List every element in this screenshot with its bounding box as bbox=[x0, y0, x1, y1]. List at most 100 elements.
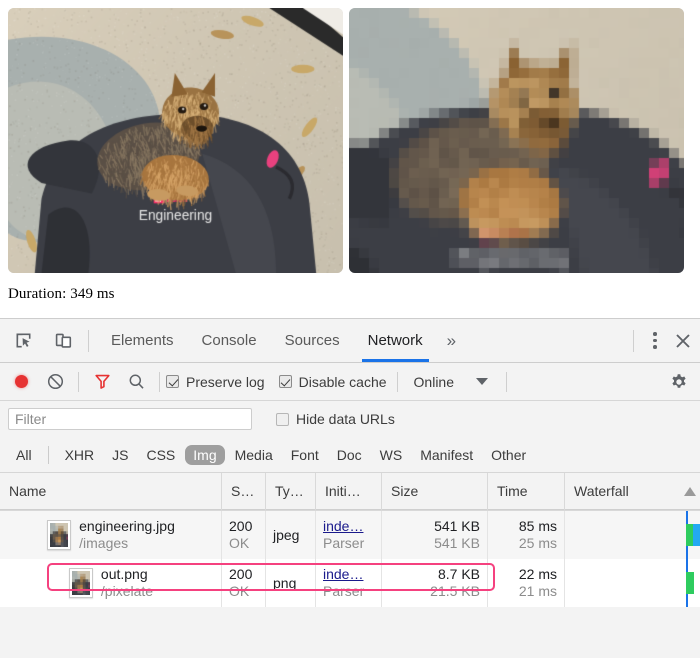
status-text: OK bbox=[229, 535, 250, 551]
latency-time: 25 ms bbox=[518, 535, 557, 551]
latency-time: 21 ms bbox=[518, 583, 557, 599]
resource-type-filters: All XHR JS CSS Img Media Font Doc WS Man… bbox=[0, 437, 700, 473]
tab-elements[interactable]: Elements bbox=[97, 319, 188, 362]
resource-type: jpeg bbox=[273, 526, 300, 543]
preserve-log-label: Preserve log bbox=[186, 373, 265, 390]
type-filter-ws[interactable]: WS bbox=[372, 445, 411, 465]
transfer-size: 8.7 KB bbox=[437, 566, 480, 582]
record-dot bbox=[14, 375, 28, 388]
tab-network[interactable]: Network bbox=[354, 319, 437, 362]
type-filter-css[interactable]: CSS bbox=[138, 445, 183, 465]
type-filter-img[interactable]: Img bbox=[185, 444, 225, 465]
column-header-initiator[interactable]: Initi… bbox=[316, 472, 382, 510]
type-filter-other[interactable]: Other bbox=[483, 445, 534, 465]
row-status-cell: 200 OK bbox=[222, 511, 266, 559]
waterfall-blue-bar bbox=[693, 524, 700, 546]
clear-network-log-icon[interactable] bbox=[38, 367, 72, 397]
initiator-type: Parser bbox=[323, 535, 365, 551]
request-filename: out.png bbox=[100, 566, 148, 582]
column-header-type[interactable]: Ty… bbox=[266, 472, 316, 510]
type-filter-font-label: Font bbox=[290, 446, 319, 463]
type-filter-font[interactable]: Font bbox=[283, 445, 327, 465]
hide-data-urls-checkbox[interactable]: Hide data URLs bbox=[276, 411, 395, 427]
resource-size: 541 KB bbox=[434, 535, 480, 551]
close-devtools-icon[interactable] bbox=[668, 326, 698, 356]
tab-network-label: Network bbox=[367, 332, 423, 349]
type-filter-css-label: CSS bbox=[146, 446, 176, 463]
throttling-value: Online bbox=[413, 373, 454, 390]
initiator-link[interactable]: inde… bbox=[323, 518, 374, 535]
tab-console[interactable]: Console bbox=[188, 319, 271, 362]
row-status-cell: 200 OK bbox=[222, 559, 266, 607]
type-filter-js[interactable]: JS bbox=[104, 445, 136, 465]
devtools-tabbar: Elements Console Sources Network » bbox=[0, 319, 700, 363]
row-time-cell: 85 ms 25 ms bbox=[488, 511, 565, 559]
tabbar-right-controls bbox=[625, 326, 700, 356]
chevron-down-icon[interactable] bbox=[476, 378, 488, 385]
disable-cache-checkbox[interactable]: Disable cache bbox=[278, 374, 387, 390]
filter-icon[interactable] bbox=[85, 367, 119, 397]
table-row[interactable]: out.png /pixelate 200 OK png inde… Parse… bbox=[0, 559, 700, 607]
devtools-panel: Elements Console Sources Network » Prese… bbox=[0, 318, 700, 658]
type-filter-xhr-label: XHR bbox=[64, 446, 95, 463]
type-filter-all[interactable]: All bbox=[8, 445, 40, 465]
more-tabs-chevron-icon[interactable]: » bbox=[437, 319, 466, 362]
table-row[interactable]: engineering.jpg /images 200 OK jpeg inde… bbox=[0, 511, 700, 559]
preserve-log-checkbox[interactable]: Preserve log bbox=[166, 374, 265, 390]
row-initiator-cell: inde… Parser bbox=[316, 511, 382, 559]
waterfall-green-bar bbox=[686, 524, 693, 546]
type-filter-xhr[interactable]: XHR bbox=[57, 445, 103, 465]
request-thumbnail bbox=[68, 568, 93, 598]
type-filter-media[interactable]: Media bbox=[227, 445, 281, 465]
request-thumbnail bbox=[47, 520, 72, 550]
tab-elements-label: Elements bbox=[111, 332, 174, 349]
tab-sources[interactable]: Sources bbox=[271, 319, 354, 362]
type-filter-img-label: Img bbox=[193, 446, 217, 463]
row-size-cell: 8.7 KB 21.5 KB bbox=[382, 559, 488, 607]
more-options-icon[interactable] bbox=[642, 332, 668, 349]
hide-data-urls-box bbox=[276, 412, 289, 426]
row-initiator-cell: inde… Parser bbox=[316, 559, 382, 607]
column-header-time[interactable]: Time bbox=[488, 472, 565, 510]
network-settings-gear-icon[interactable] bbox=[662, 367, 696, 397]
row-waterfall-cell bbox=[565, 511, 700, 559]
type-filter-manifest[interactable]: Manifest bbox=[412, 445, 481, 465]
initiator-link[interactable]: inde… bbox=[323, 566, 374, 583]
device-toolbar-icon[interactable] bbox=[46, 324, 80, 358]
record-button-icon[interactable] bbox=[4, 367, 38, 397]
tabbar-right-divider bbox=[633, 329, 634, 352]
engineering-photo-pixelated bbox=[349, 8, 684, 273]
status-text: OK bbox=[229, 583, 250, 599]
toolbar-divider bbox=[396, 371, 398, 392]
more-tabs-label: » bbox=[446, 331, 457, 350]
hide-data-urls-label: Hide data URLs bbox=[296, 411, 395, 427]
row-waterfall-cell bbox=[565, 559, 700, 607]
column-header-time-label: Time bbox=[497, 482, 528, 499]
type-filter-all-label: All bbox=[16, 446, 32, 463]
filter-input[interactable] bbox=[8, 408, 252, 430]
request-path: /images bbox=[79, 535, 129, 551]
column-header-name[interactable]: Name bbox=[0, 472, 222, 510]
type-filter-js-label: JS bbox=[112, 446, 129, 463]
kebab-dot bbox=[653, 338, 657, 343]
column-header-size-label: Size bbox=[391, 482, 419, 499]
column-header-waterfall[interactable]: Waterfall bbox=[565, 473, 700, 510]
row-type-cell: jpeg bbox=[266, 511, 316, 559]
status-code: 200 bbox=[229, 566, 253, 582]
request-filename: engineering.jpg bbox=[79, 518, 175, 534]
type-filter-doc-label: Doc bbox=[336, 446, 362, 463]
column-header-status-label: S… bbox=[231, 482, 255, 499]
request-name-text: engineering.jpg /images bbox=[79, 518, 175, 552]
toolbar-divider bbox=[506, 371, 507, 392]
network-filter-row: Hide data URLs bbox=[0, 401, 700, 437]
type-filter-doc[interactable]: Doc bbox=[329, 445, 370, 465]
pixelated-image-canvas bbox=[349, 8, 684, 273]
total-time: 85 ms bbox=[518, 518, 557, 534]
column-header-size[interactable]: Size bbox=[382, 472, 488, 510]
row-time-cell: 22 ms 21 ms bbox=[488, 559, 565, 607]
search-icon[interactable] bbox=[119, 367, 153, 397]
throttling-select[interactable]: Online bbox=[404, 374, 464, 390]
column-header-status[interactable]: S… bbox=[222, 472, 266, 510]
inspect-element-icon[interactable] bbox=[6, 324, 40, 358]
type-filter-manifest-label: Manifest bbox=[420, 446, 474, 463]
